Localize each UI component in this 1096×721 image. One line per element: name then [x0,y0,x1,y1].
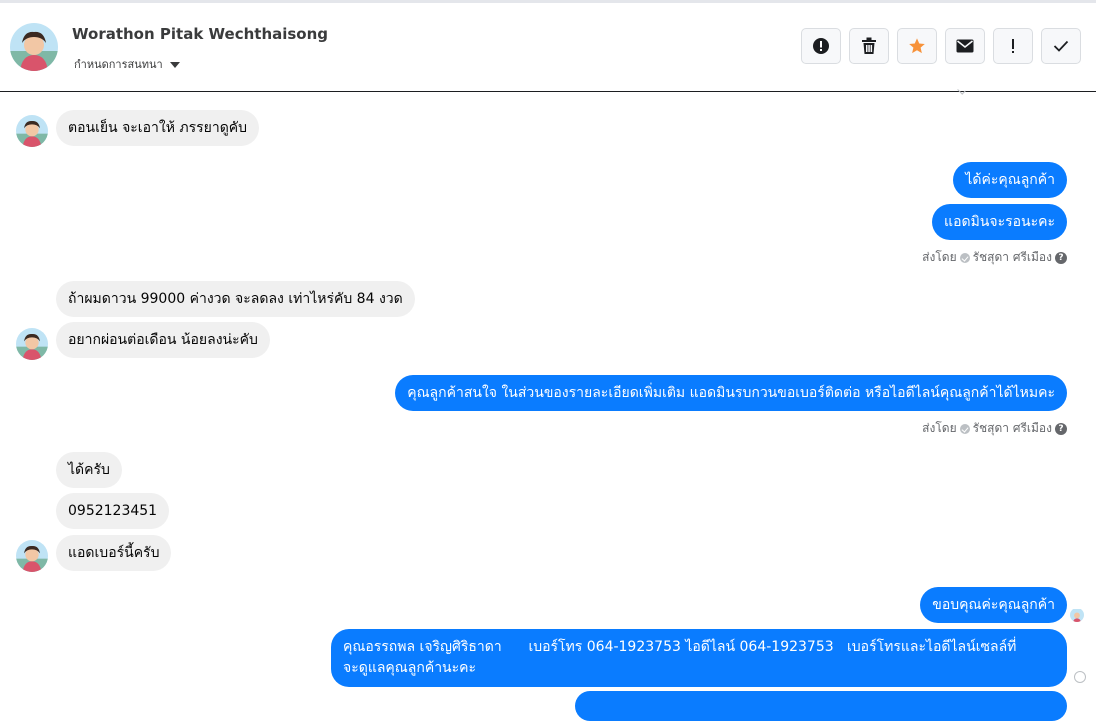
exclamation-circle-icon [813,38,829,54]
star-button[interactable] [897,28,937,64]
caret-down-icon [169,62,180,68]
conversation-schedule-dropdown[interactable]: กำหนดการสนทนา [74,55,180,73]
message-line: จะดูแลคุณลูกค้านะคะ [343,660,477,676]
envelope-icon [956,39,974,53]
conversation-schedule-label: กำหนดการสนทนา [74,58,163,71]
incoming-message[interactable]: 0952123451 [56,493,170,529]
contact-name: Worathon Pitak Wechthaisong [72,25,329,43]
sent-by-label: ส่งโดย รัชสุดา ศรีเมือง ? [922,419,1067,438]
help-icon[interactable]: ? [1055,422,1067,435]
contact-avatar-small[interactable] [16,540,48,572]
trash-icon [862,37,876,54]
verified-check-icon [959,252,970,263]
mark-unread-button[interactable] [945,28,985,64]
incoming-message[interactable]: ได้ครับ [56,452,122,488]
conversation-header: Worathon Pitak Wechthaisong กำหนดการสนทน… [0,3,1096,92]
important-button[interactable] [993,28,1033,64]
outgoing-message[interactable]: ขอบคุณค่ะคุณลูกค้า [920,587,1067,623]
sent-by-agent: รัชสุดา ศรีเมือง [972,421,1052,435]
incoming-message[interactable]: ถ้าผมดาวน 99000 ค่างวด จะลดลง เท่าไหร่คั… [56,281,415,317]
contact-avatar-small[interactable] [16,115,48,147]
sent-by-prefix: ส่งโดย [922,421,957,435]
sent-by-agent: รัชสุดา ศรีเมือง [972,250,1052,264]
incoming-message[interactable]: ตอนเย็น จะเอาให้ ภรรยาดูคับ [56,110,260,146]
outgoing-message-partial[interactable] [575,691,1067,721]
help-icon[interactable]: ? [1055,251,1067,264]
sent-by-prefix: ส่งโดย [922,250,957,264]
check-icon [1053,40,1069,52]
exclamation-icon [1012,39,1014,53]
contact-avatar-small[interactable] [16,328,48,360]
star-icon [909,38,925,54]
outgoing-message[interactable]: แอดมินจะรอนะคะ [932,204,1067,240]
sent-by-label: ส่งโดย รัชสุดา ศรีเมือง ? [922,248,1067,267]
outgoing-message[interactable]: ได้ค่ะคุณลูกค้า [953,162,1067,198]
delivered-icon [1074,671,1086,683]
outgoing-message[interactable]: คุณอรรถพล เจริญศิริธาดา เบอร์โทร 064-192… [331,629,1067,687]
incoming-message[interactable]: อยากผ่อนต่อเดือน น้อยลงน่ะคับ [56,322,270,358]
incoming-message[interactable]: แอดเบอร์นี้ครับ [56,535,172,571]
message-line: คุณอรรถพล เจริญศิริธาดา เบอร์โทร 064-192… [343,639,1017,655]
delete-button[interactable] [849,28,889,64]
outgoing-message[interactable]: คุณลูกค้าสนใจ ในส่วนของรายละเอียดเพิ่มเต… [395,375,1067,411]
verified-check-icon [959,423,970,434]
seen-avatar [1070,608,1084,622]
contact-avatar[interactable] [10,23,58,71]
done-button[interactable] [1041,28,1081,64]
alert-circle-button[interactable] [801,28,841,64]
